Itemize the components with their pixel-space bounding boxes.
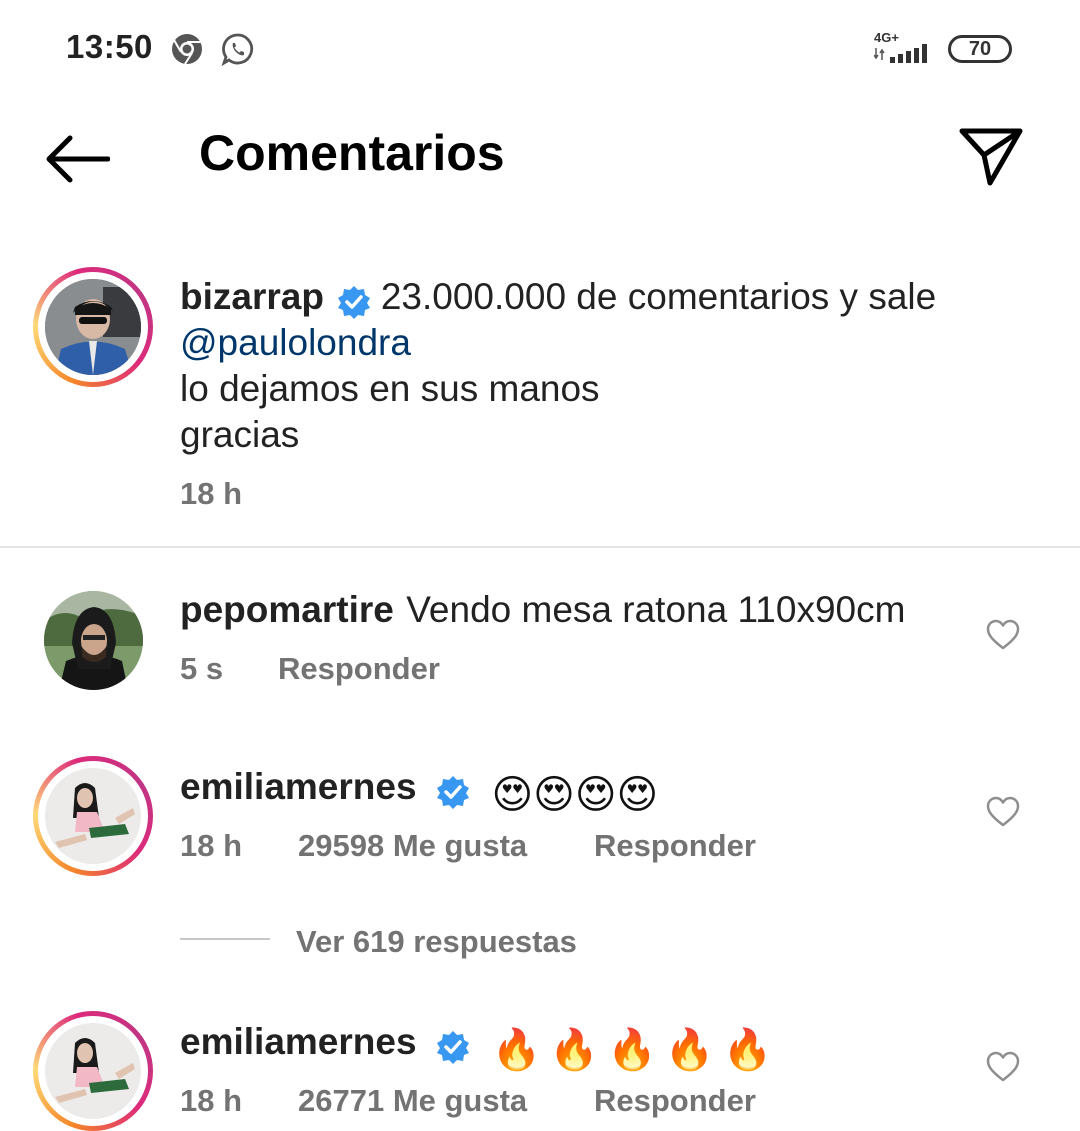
signal-icon (874, 44, 927, 63)
caption-text-1: 23.000.000 de comentarios y sale (380, 276, 937, 317)
arrow-left-icon[interactable] (44, 133, 110, 185)
page-title: Comentarios (199, 125, 505, 181)
caption-time: 18 h (180, 476, 243, 511)
caption-avatar[interactable] (33, 267, 153, 387)
heart-icon[interactable] (985, 617, 1021, 653)
likes-count[interactable]: 29598 Me gusta (298, 828, 527, 864)
comment-avatar[interactable] (44, 591, 143, 690)
chrome-icon (172, 34, 202, 65)
comment-avatar[interactable] (33, 1011, 153, 1131)
heart-icon[interactable] (985, 1049, 1021, 1085)
battery-indicator: 70 (948, 35, 1012, 63)
comment-avatar[interactable] (33, 756, 153, 876)
comment-username[interactable]: pepomartire (180, 589, 394, 630)
view-replies-button[interactable]: Ver 619 respuestas (296, 924, 577, 960)
verified-badge-icon (338, 285, 371, 319)
send-icon[interactable] (958, 125, 1024, 187)
comment-row-1: pepomartire Vendo mesa ratona 110x90cm (180, 589, 905, 631)
comment-avatar-photo (45, 768, 141, 864)
comment-time: 18 h (180, 828, 243, 863)
caption-username[interactable]: bizarrap (180, 276, 324, 317)
comment-text: 😍😍😍😍 (491, 772, 659, 817)
status-time: 13:50 (66, 28, 153, 65)
replies-divider-line (180, 938, 270, 940)
caption-avatar-photo (45, 279, 141, 375)
comment-avatar-photo (45, 1023, 141, 1119)
comment-text: Vendo mesa ratona 110x90cm (406, 589, 906, 630)
comment-row-3: emiliamernes 🔥🔥🔥🔥🔥 (180, 1021, 780, 1073)
reply-button[interactable]: Responder (278, 651, 440, 687)
network-label: 4G+ (874, 30, 899, 45)
divider (0, 546, 1080, 548)
reply-button[interactable]: Responder (594, 828, 756, 864)
comment-username[interactable]: emiliamernes (180, 1021, 417, 1062)
comment-text: 🔥🔥🔥🔥🔥 (491, 1028, 781, 1073)
comment-time: 18 h (180, 1083, 243, 1118)
heart-icon[interactable] (985, 794, 1021, 830)
comment-username[interactable]: emiliamernes (180, 766, 417, 807)
caption-line-1: bizarrap 23.000.000 de comentarios y sal… (180, 276, 936, 320)
likes-count[interactable]: 26771 Me gusta (298, 1083, 527, 1119)
reply-button[interactable]: Responder (594, 1083, 756, 1119)
verified-badge-icon (436, 775, 469, 809)
caption-text-3: gracias (180, 414, 300, 455)
comment-time: 5 s (180, 651, 224, 686)
comment-row-2: emiliamernes 😍😍😍😍 (180, 766, 658, 818)
caption-text-2: lo dejamos en sus manos (180, 368, 600, 409)
verified-badge-icon (436, 1030, 469, 1064)
whatsapp-icon (221, 33, 254, 66)
caption-mention[interactable]: @paulolondra (180, 322, 411, 364)
comment-avatar-photo (44, 591, 143, 690)
